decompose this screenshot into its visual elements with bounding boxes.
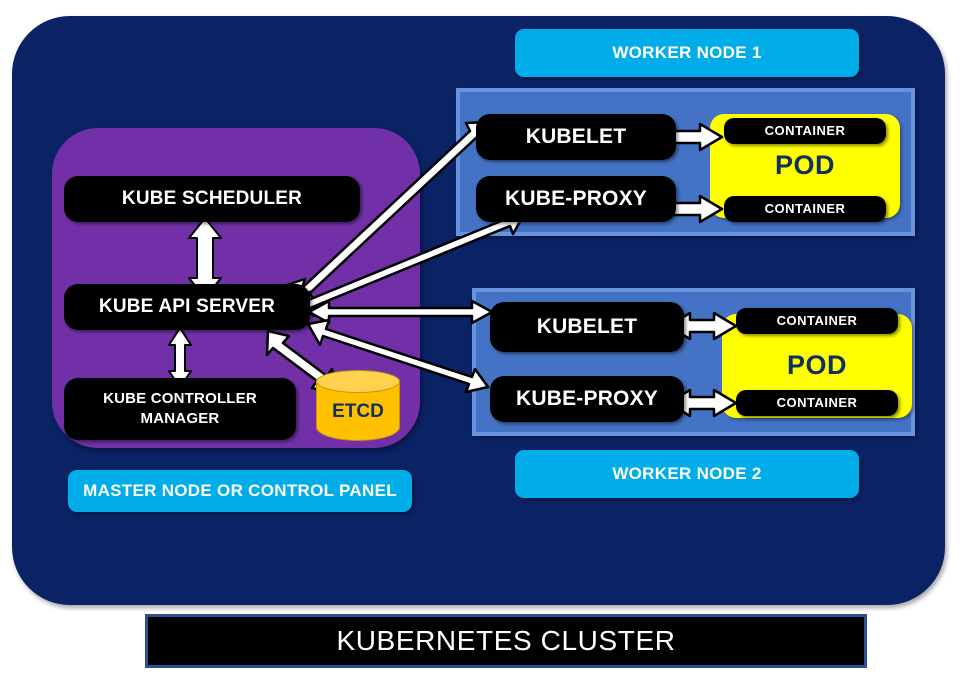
worker-node-1-container-2[interactable]: CONTAINER (724, 196, 886, 222)
etcd-label: ETCD (332, 401, 384, 422)
worker-node-2-kubelet-box[interactable]: KUBELET (490, 302, 684, 352)
worker-node-1-container-1[interactable]: CONTAINER (724, 118, 886, 144)
kube-proxy-label: KUBE-PROXY (504, 186, 648, 210)
worker-node-2-label: WORKER NODE 2 (515, 450, 859, 498)
container-label: CONTAINER (776, 395, 858, 411)
diagram-canvas: POD POD KUBE SCHEDULER KUBE API SERVER K… (0, 0, 963, 682)
worker-node-1-kubelet-box[interactable]: KUBELET (476, 114, 676, 160)
kube-controller-manager-box[interactable]: KUBE CONTROLLER MANAGER (64, 378, 296, 440)
container-label: CONTAINER (764, 123, 846, 139)
etcd-cylinder-top (316, 370, 400, 393)
master-node-label: MASTER NODE OR CONTROL PANEL (68, 470, 412, 512)
pod-label: POD (786, 350, 847, 380)
worker-node-1-label: WORKER NODE 1 (515, 29, 859, 77)
kubelet-label: KUBELET (536, 314, 638, 338)
worker-node-1-kube-proxy-box[interactable]: KUBE-PROXY (476, 176, 676, 222)
container-label: CONTAINER (776, 313, 858, 329)
kube-api-server-box[interactable]: KUBE API SERVER (64, 284, 310, 330)
worker-node-2-container-1[interactable]: CONTAINER (736, 308, 898, 334)
kube-controller-manager-label-line2: MANAGER (140, 410, 220, 427)
pod-label: POD (774, 150, 835, 180)
worker-node-2-kube-proxy-box[interactable]: KUBE-PROXY (490, 376, 684, 422)
kubelet-label: KUBELET (525, 124, 627, 148)
kube-controller-manager-label-line1: KUBE CONTROLLER (103, 390, 257, 408)
kube-api-server-label: KUBE API SERVER (98, 295, 276, 317)
container-label: CONTAINER (764, 201, 846, 217)
kube-scheduler-box[interactable]: KUBE SCHEDULER (64, 176, 360, 222)
worker-node-2-container-2[interactable]: CONTAINER (736, 390, 898, 416)
kubernetes-cluster-banner: KUBERNETES CLUSTER (145, 614, 867, 668)
kube-scheduler-label: KUBE SCHEDULER (121, 187, 303, 209)
etcd-cylinder[interactable]: ETCD (316, 370, 400, 448)
kube-proxy-label: KUBE-PROXY (515, 386, 659, 410)
